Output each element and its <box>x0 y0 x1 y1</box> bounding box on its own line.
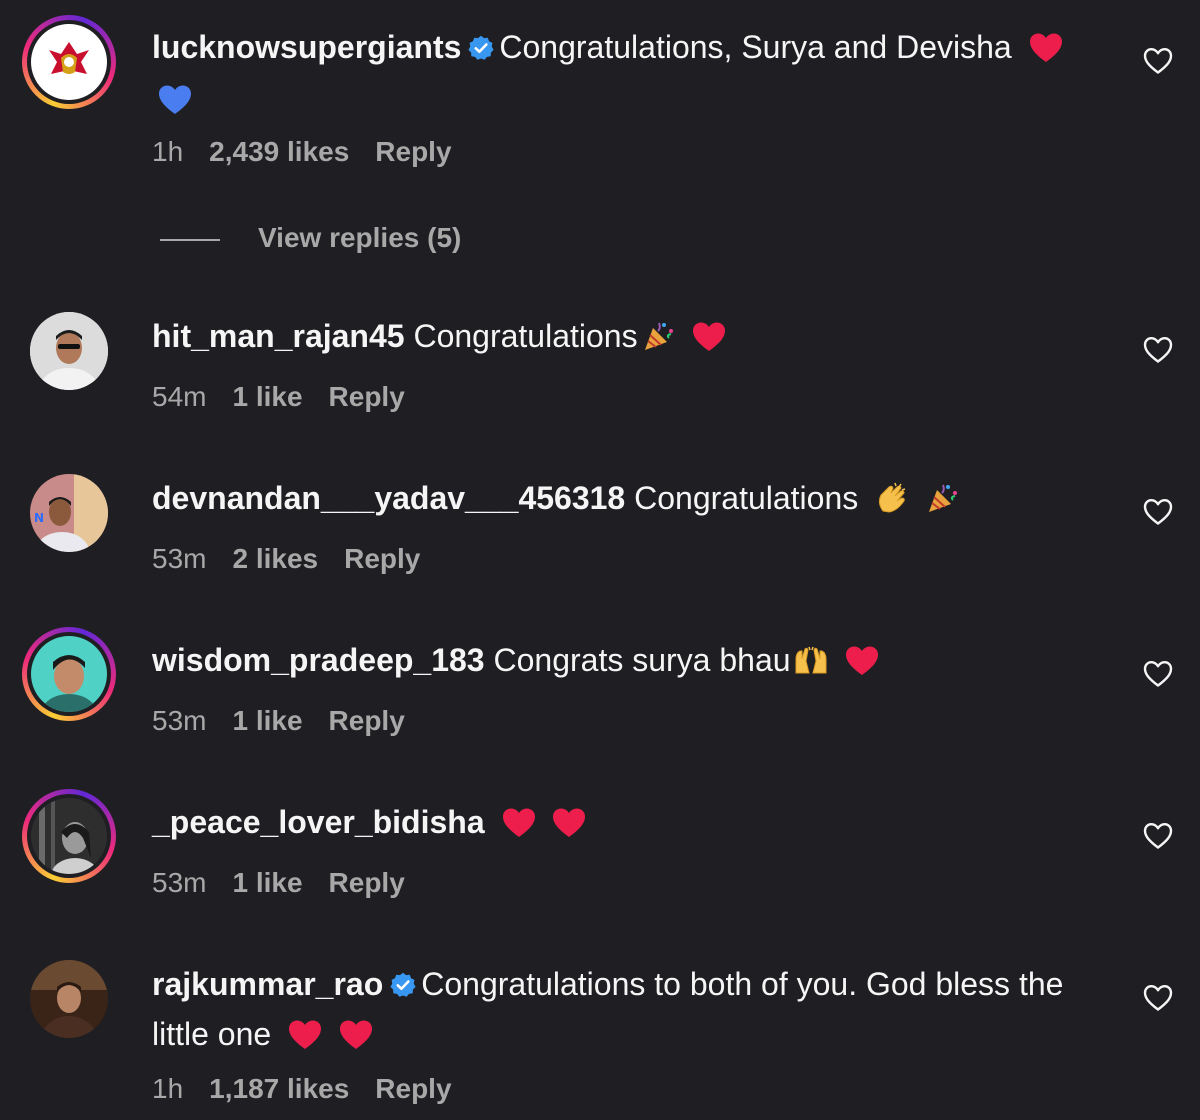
avatar[interactable] <box>22 789 116 883</box>
red-heart-icon <box>502 805 536 851</box>
like-count[interactable]: 1 like <box>232 381 302 412</box>
view-replies-label: View replies (5) <box>258 222 462 253</box>
comment-text: Congratulations <box>413 318 638 354</box>
team-logo-icon <box>49 42 89 74</box>
party-popper-icon <box>926 481 960 527</box>
red-heart-icon <box>845 643 879 689</box>
username[interactable]: wisdom_pradeep_183 <box>152 642 485 678</box>
avatar[interactable] <box>30 312 108 390</box>
like-count[interactable]: 1 like <box>232 705 302 736</box>
like-heart-icon[interactable] <box>1143 47 1173 75</box>
red-heart-icon <box>288 1017 322 1063</box>
comment-time: 1h <box>152 1073 184 1104</box>
view-replies-button[interactable]: View replies (5) <box>160 222 461 254</box>
like-count[interactable]: 1,187 likes <box>209 1073 349 1104</box>
comment-time: 53m <box>152 867 207 898</box>
username[interactable]: lucknowsupergiants <box>152 29 461 65</box>
clapping-hands-icon <box>875 481 909 527</box>
comment-time: 54m <box>152 381 207 412</box>
user-photo-icon <box>30 960 108 1038</box>
comment-text: Congrats surya bhau <box>493 642 791 678</box>
raising-hands-icon <box>793 643 829 689</box>
reply-button[interactable]: Reply <box>329 705 405 736</box>
party-popper-icon <box>642 319 676 365</box>
username[interactable]: _peace_lover_bidisha <box>152 804 485 840</box>
avatar[interactable] <box>22 627 116 721</box>
like-heart-icon[interactable] <box>1143 822 1173 850</box>
like-count[interactable]: 2 likes <box>232 543 318 574</box>
svg-text:N: N <box>34 511 44 525</box>
red-heart-icon <box>339 1017 373 1063</box>
red-heart-icon <box>1029 30 1063 76</box>
user-photo-icon <box>31 636 107 712</box>
username[interactable]: hit_man_rajan45 <box>152 318 405 354</box>
like-heart-icon[interactable] <box>1143 498 1173 526</box>
username[interactable]: rajkummar_rao <box>152 966 383 1002</box>
reply-button[interactable]: Reply <box>375 1073 451 1104</box>
avatar[interactable] <box>30 960 108 1038</box>
user-photo-icon: N <box>30 474 108 552</box>
verified-badge-icon <box>467 28 495 74</box>
verified-badge-icon <box>389 965 417 1011</box>
comment-time: 53m <box>152 705 207 736</box>
red-heart-icon <box>552 805 586 851</box>
like-count[interactable]: 1 like <box>232 867 302 898</box>
red-heart-icon <box>692 319 726 365</box>
comment-text: Congratulations <box>634 480 859 516</box>
avatar[interactable]: N <box>30 474 108 552</box>
reply-button[interactable]: Reply <box>375 136 451 167</box>
like-heart-icon[interactable] <box>1143 336 1173 364</box>
avatar[interactable] <box>22 15 116 109</box>
like-count[interactable]: 2,439 likes <box>209 136 349 167</box>
comment-time: 1h <box>152 136 184 167</box>
like-heart-icon[interactable] <box>1143 660 1173 688</box>
reply-button[interactable]: Reply <box>329 867 405 898</box>
user-photo-icon <box>31 798 107 874</box>
comment-time: 53m <box>152 543 207 574</box>
reply-button[interactable]: Reply <box>329 381 405 412</box>
user-photo-icon <box>30 312 108 390</box>
like-heart-icon[interactable] <box>1143 984 1173 1012</box>
replies-divider <box>160 238 220 241</box>
comment-text: Congratulations, Surya and Devisha <box>499 29 1012 65</box>
reply-button[interactable]: Reply <box>344 543 420 574</box>
blue-heart-icon <box>158 82 192 128</box>
username[interactable]: devnandan___yadav___456318 <box>152 480 625 516</box>
